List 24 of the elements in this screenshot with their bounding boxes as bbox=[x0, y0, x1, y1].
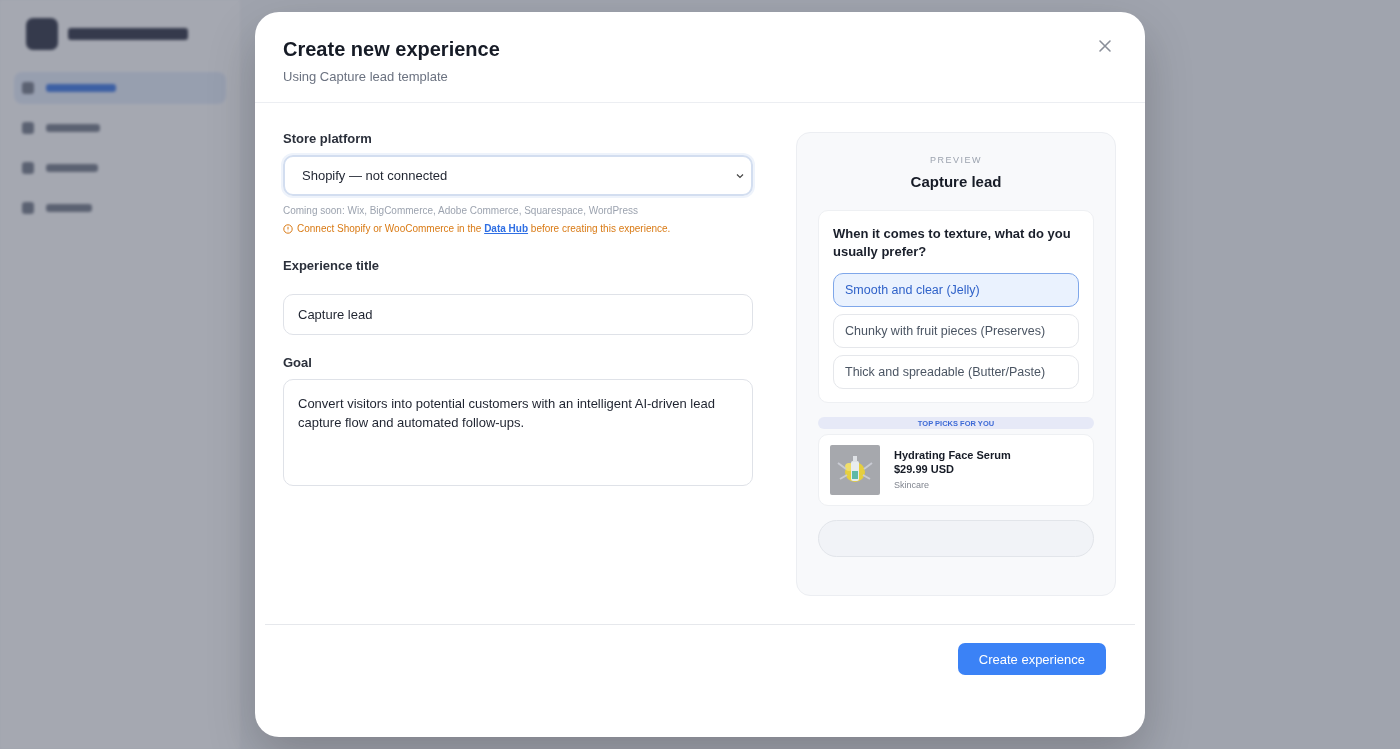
goal-input[interactable]: Convert visitors into potential customers with an intelligent AI-driven lead capture flow and automated follow-ups. bbox=[283, 379, 753, 486]
warning-text: Connect Shopify or WooCommerce in the Data Hub before creating this experience. bbox=[283, 223, 753, 234]
create-button[interactable]: Create experience bbox=[957, 643, 1106, 675]
preview-title: Capture lead bbox=[909, 173, 1003, 190]
field-label: Store platform bbox=[283, 131, 373, 146]
product-category: Skincare bbox=[894, 480, 930, 490]
close-icon[interactable] bbox=[1097, 38, 1113, 54]
product-name: Hydrating Face Serum bbox=[894, 449, 1011, 461]
title-input[interactable]: Capture lead bbox=[283, 294, 753, 335]
field-label: Goal bbox=[283, 355, 313, 370]
product-card[interactable]: Hydrating Face Serum $29.99 USD Skincare bbox=[818, 434, 1094, 506]
answer-option[interactable]: Chunky with fruit pieces (Preserves) bbox=[833, 314, 1079, 348]
answer-option[interactable]: Thick and spreadable (Butter/Paste) bbox=[833, 355, 1079, 389]
dialog-title: Create new experience bbox=[283, 38, 500, 61]
dialog-subtitle: Using Capture lead template bbox=[283, 69, 449, 84]
preview-label: PREVIEW bbox=[929, 155, 983, 165]
info-icon bbox=[283, 223, 293, 234]
data-hub-link[interactable]: Data Hub bbox=[484, 223, 529, 234]
answer-option[interactable]: Smooth and clear (Jelly) bbox=[833, 273, 1079, 307]
hint-text: Coming soon: Wix, BigCommerce, Adobe Commerce, Squarespace, WordPress bbox=[283, 205, 639, 216]
product-price: $29.99 USD bbox=[894, 463, 955, 475]
field-label: Experience title bbox=[283, 258, 381, 273]
platform-select[interactable]: Shopify — not connected bbox=[283, 155, 753, 196]
question-text: When it comes to texture, what do you usually prefer? bbox=[833, 225, 1072, 261]
